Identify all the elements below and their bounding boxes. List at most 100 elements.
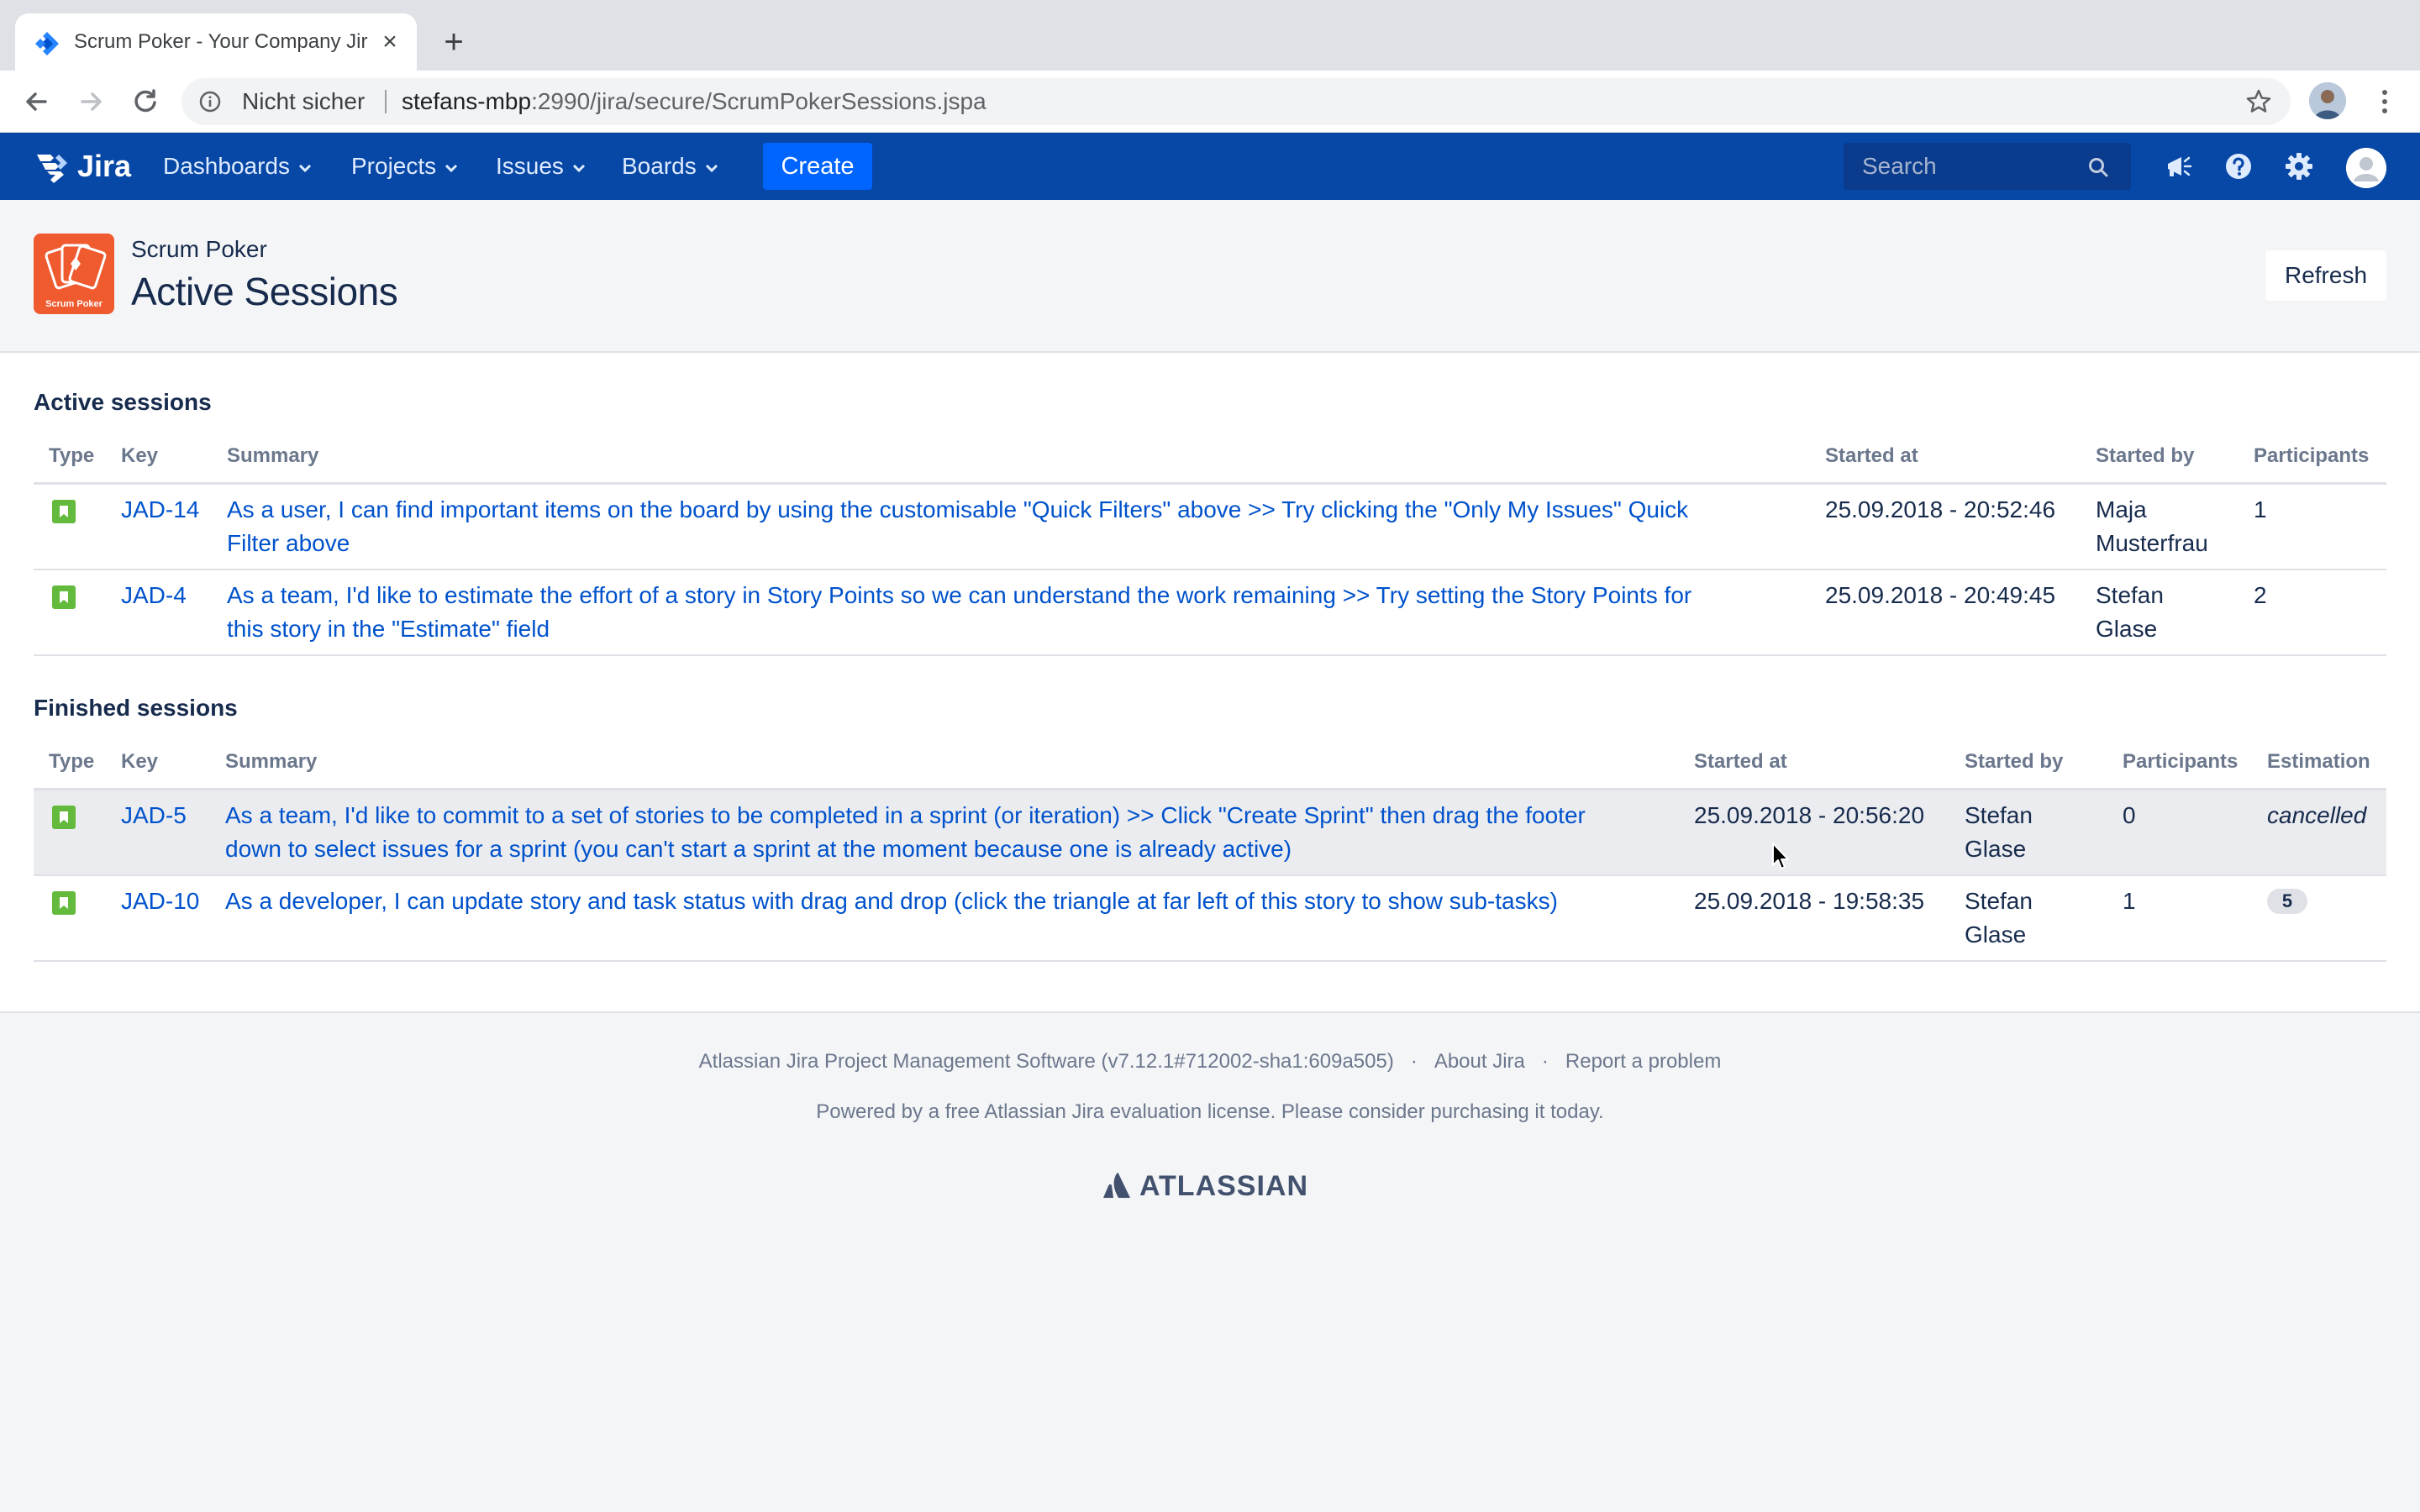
- profile-photo-icon: [2309, 82, 2346, 119]
- url-text[interactable]: stefans-mbp:2990/jira/secure/ScrumPokerS…: [402, 87, 986, 116]
- finished-sessions-title: Finished sessions: [34, 695, 238, 721]
- started-by-cont: Glase: [2096, 616, 2158, 642]
- atlassian-brand[interactable]: ATLASSIAN: [1102, 1168, 1321, 1205]
- nav-dashboards[interactable]: Dashboards: [163, 150, 312, 183]
- notifications-megaphone-icon[interactable]: [2161, 150, 2195, 183]
- issue-summary-link[interactable]: As a team, I'd like to estimate the effo…: [227, 579, 1691, 612]
- forward-arrow-icon[interactable]: [74, 84, 109, 119]
- report-problem-link[interactable]: Report a problem: [1565, 1050, 1721, 1073]
- user-avatar[interactable]: [2346, 148, 2386, 188]
- info-icon[interactable]: [198, 90, 222, 113]
- issue-summary-link[interactable]: As a team, I'd like to commit to a set o…: [225, 799, 1586, 832]
- about-jira-link[interactable]: About Jira: [1434, 1050, 1525, 1073]
- nav-projects-label: Projects: [351, 153, 437, 179]
- issue-summary-link-cont[interactable]: down to select issues for a sprint (you …: [225, 832, 1292, 866]
- app-name: Scrum Poker: [131, 236, 267, 262]
- user-avatar-icon: [2346, 148, 2386, 188]
- story-icon: [52, 585, 76, 609]
- started-at: 25.09.2018 - 20:56:20: [1694, 802, 1925, 828]
- footer-separator: ·: [1410, 1050, 1418, 1073]
- new-tab-icon[interactable]: +: [437, 25, 471, 59]
- column-header-summary: Summary: [225, 750, 318, 773]
- story-icon: [52, 806, 76, 829]
- started-by-cont: Musterfrau: [2096, 530, 2208, 556]
- active-sessions-table: Type Key Summary Started at Started by P…: [34, 444, 2386, 659]
- address-bar[interactable]: Nicht sicher stefans-mbp:2990/jira/secur…: [182, 78, 2291, 125]
- issue-summary-link-cont[interactable]: this story in the "Estimate" field: [227, 612, 550, 646]
- started-by: Maja: [2096, 496, 2147, 522]
- jira-logo[interactable]: Jira: [34, 150, 134, 183]
- nav-boards[interactable]: Boards: [622, 150, 718, 183]
- settings-gear-icon[interactable]: [2282, 150, 2316, 183]
- active-sessions-title: Active sessions: [34, 389, 212, 415]
- issue-key-link[interactable]: JAD-14: [121, 493, 199, 527]
- column-header-type: Type: [49, 750, 95, 773]
- column-header-started-by: Started by: [1965, 750, 2064, 773]
- reload-icon[interactable]: [128, 84, 163, 119]
- search-icon[interactable]: [2087, 156, 2109, 178]
- url-path: :2990/jira/secure/ScrumPokerSessions.jsp…: [531, 88, 986, 114]
- column-header-estimation: Estimation: [2267, 750, 2370, 773]
- issue-key-link[interactable]: JAD-5: [121, 799, 187, 832]
- main-content: Active sessions Type Key Summary Started…: [0, 353, 2420, 1013]
- license-notice: Powered by a free Atlassian Jira evaluat…: [816, 1100, 1604, 1123]
- started-by-cont: Glase: [1965, 836, 2027, 862]
- back-arrow-icon[interactable]: [18, 84, 54, 119]
- search-input[interactable]: Search: [1844, 143, 2131, 190]
- footer-software-version: Atlassian Jira Project Management Softwa…: [698, 1050, 1394, 1073]
- issue-key-link[interactable]: JAD-10: [121, 885, 199, 918]
- table-row: JAD-5 As a team, I'd like to commit to a…: [34, 790, 2386, 876]
- story-icon: [52, 500, 76, 523]
- security-label: Nicht sicher: [242, 88, 366, 114]
- nav-boards-label: Boards: [622, 153, 697, 179]
- issue-summary-link-cont[interactable]: Filter above: [227, 527, 350, 560]
- page-header: Scrum Poker Scrum Poker Active Sessions …: [0, 200, 2420, 353]
- participants-count: 1: [2254, 496, 2267, 522]
- create-button[interactable]: Create: [763, 143, 872, 190]
- footer-links: Atlassian Jira Project Management Softwa…: [0, 1048, 2420, 1075]
- chevron-down-icon: [445, 164, 458, 172]
- issue-key-link[interactable]: JAD-4: [121, 579, 187, 612]
- chevron-down-icon: [572, 164, 585, 172]
- column-header-participants: Participants: [2123, 750, 2238, 773]
- column-header-started-at: Started at: [1825, 444, 1918, 467]
- estimation-badge: 5: [2267, 889, 2307, 914]
- started-at: 25.09.2018 - 19:58:35: [1694, 888, 1925, 914]
- started-by: Stefan: [2096, 582, 2164, 608]
- column-header-summary: Summary: [227, 444, 319, 467]
- tab-title: Scrum Poker - Your Company Jira: [74, 30, 368, 53]
- bookmark-star-icon[interactable]: [2245, 88, 2272, 115]
- jira-navigation-bar: Jira Dashboards Projects Issues Boards C…: [0, 133, 2420, 200]
- footer-separator: ·: [1541, 1050, 1549, 1073]
- column-header-type: Type: [49, 444, 95, 467]
- issue-summary-link[interactable]: As a user, I can find important items on…: [227, 493, 1688, 527]
- atlassian-logo-icon: [1103, 1173, 1130, 1198]
- table-row: JAD-10 As a developer, I can update stor…: [34, 876, 2386, 962]
- nav-projects[interactable]: Projects: [351, 150, 458, 183]
- browser-tab[interactable]: Scrum Poker - Your Company Jira ×: [15, 13, 417, 71]
- issue-summary-link[interactable]: As a developer, I can update story and t…: [225, 885, 1558, 918]
- table-row: JAD-4 As a team, I'd like to estimate th…: [34, 570, 2386, 656]
- finished-sessions-table: Type Key Summary Started at Started by P…: [34, 749, 2386, 964]
- participants-count: 0: [2123, 802, 2136, 828]
- nav-issues-label: Issues: [496, 153, 564, 179]
- browser-menu-icon[interactable]: [2371, 84, 2398, 119]
- chevron-down-icon: [298, 164, 312, 172]
- jira-logo-icon: [37, 155, 67, 183]
- help-icon[interactable]: [2222, 150, 2255, 183]
- started-by-cont: Glase: [1965, 921, 2027, 948]
- mouse-cursor-icon: [1772, 843, 1789, 869]
- jira-favicon-icon: [35, 32, 59, 55]
- profile-avatar[interactable]: [2309, 82, 2346, 119]
- nav-issues[interactable]: Issues: [496, 150, 586, 183]
- refresh-button[interactable]: Refresh: [2265, 250, 2386, 301]
- url-host: stefans-mbp: [402, 88, 532, 114]
- story-icon: [52, 891, 76, 915]
- nav-dashboards-label: Dashboards: [163, 153, 290, 179]
- column-header-key: Key: [121, 444, 159, 467]
- tab-close-icon[interactable]: ×: [376, 29, 403, 55]
- participants-count: 2: [2254, 582, 2267, 608]
- chevron-down-icon: [705, 164, 718, 172]
- started-at: 25.09.2018 - 20:49:45: [1825, 582, 2056, 608]
- omnibox-separator: [385, 90, 387, 113]
